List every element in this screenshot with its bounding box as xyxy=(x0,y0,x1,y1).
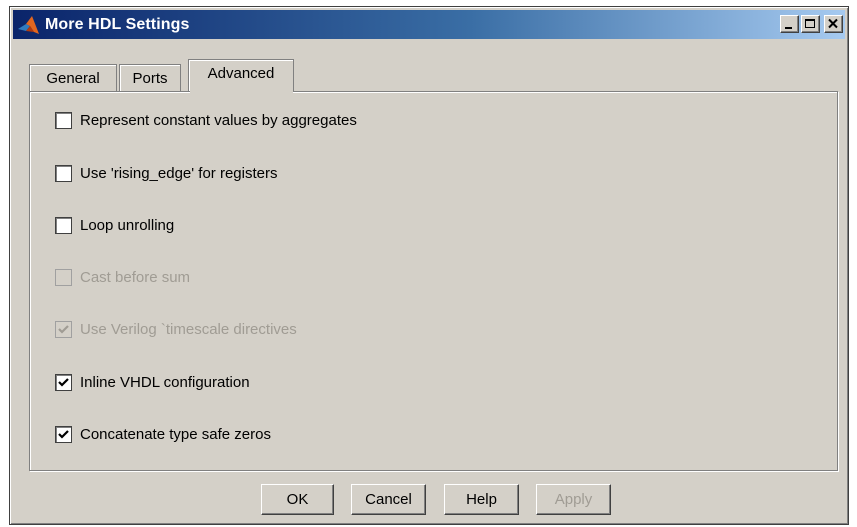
checkbox-loop-unrolling[interactable] xyxy=(55,216,72,234)
option-label: Cast before sum xyxy=(80,268,191,286)
option-loop-unrolling[interactable]: Loop unrolling xyxy=(55,216,174,234)
maximize-icon xyxy=(805,19,815,28)
matlab-icon xyxy=(18,15,39,34)
checkmark-icon xyxy=(58,324,69,334)
checkbox-rising-edge[interactable] xyxy=(55,164,72,182)
option-label: Use Verilog `timescale directives xyxy=(80,320,297,338)
option-label: Concatenate type safe zeros xyxy=(80,425,271,443)
title-bar[interactable]: More HDL Settings xyxy=(13,10,845,39)
tab-general[interactable]: General xyxy=(29,64,117,91)
option-label: Represent constant values by aggregates xyxy=(80,111,357,129)
minimize-icon xyxy=(785,27,792,29)
hdl-settings-dialog: More HDL Settings General Ports Advanced… xyxy=(9,6,849,525)
option-label: Use 'rising_edge' for registers xyxy=(80,164,278,182)
option-inline-vhdl[interactable]: Inline VHDL configuration xyxy=(55,373,250,391)
tab-ports[interactable]: Ports xyxy=(119,64,181,91)
help-button[interactable]: Help xyxy=(444,484,519,515)
checkmark-icon xyxy=(58,377,69,387)
checkmark-icon xyxy=(58,429,69,439)
option-constant-aggregates[interactable]: Represent constant values by aggregates xyxy=(55,111,357,129)
cancel-button[interactable]: Cancel xyxy=(351,484,426,515)
checkbox-inline-vhdl[interactable] xyxy=(55,373,72,391)
minimize-button[interactable] xyxy=(780,15,799,33)
option-cast-before-sum: Cast before sum xyxy=(55,268,190,286)
close-button[interactable] xyxy=(824,15,843,33)
window-title: More HDL Settings xyxy=(45,15,190,33)
checkbox-constant-aggregates[interactable] xyxy=(55,111,72,129)
option-concatenate-zeros[interactable]: Concatenate type safe zeros xyxy=(55,425,271,443)
option-rising-edge[interactable]: Use 'rising_edge' for registers xyxy=(55,164,277,182)
checkbox-verilog-timescale xyxy=(55,320,72,338)
option-label: Inline VHDL configuration xyxy=(80,373,250,391)
maximize-button[interactable] xyxy=(801,15,820,33)
close-icon xyxy=(828,18,838,29)
ok-button[interactable]: OK xyxy=(261,484,334,515)
option-label: Loop unrolling xyxy=(80,216,175,234)
option-verilog-timescale: Use Verilog `timescale directives xyxy=(55,320,297,338)
checkbox-cast-before-sum xyxy=(55,268,72,286)
apply-button: Apply xyxy=(536,484,611,515)
checkbox-concatenate-zeros[interactable] xyxy=(55,425,72,443)
tab-advanced[interactable]: Advanced xyxy=(188,59,294,93)
